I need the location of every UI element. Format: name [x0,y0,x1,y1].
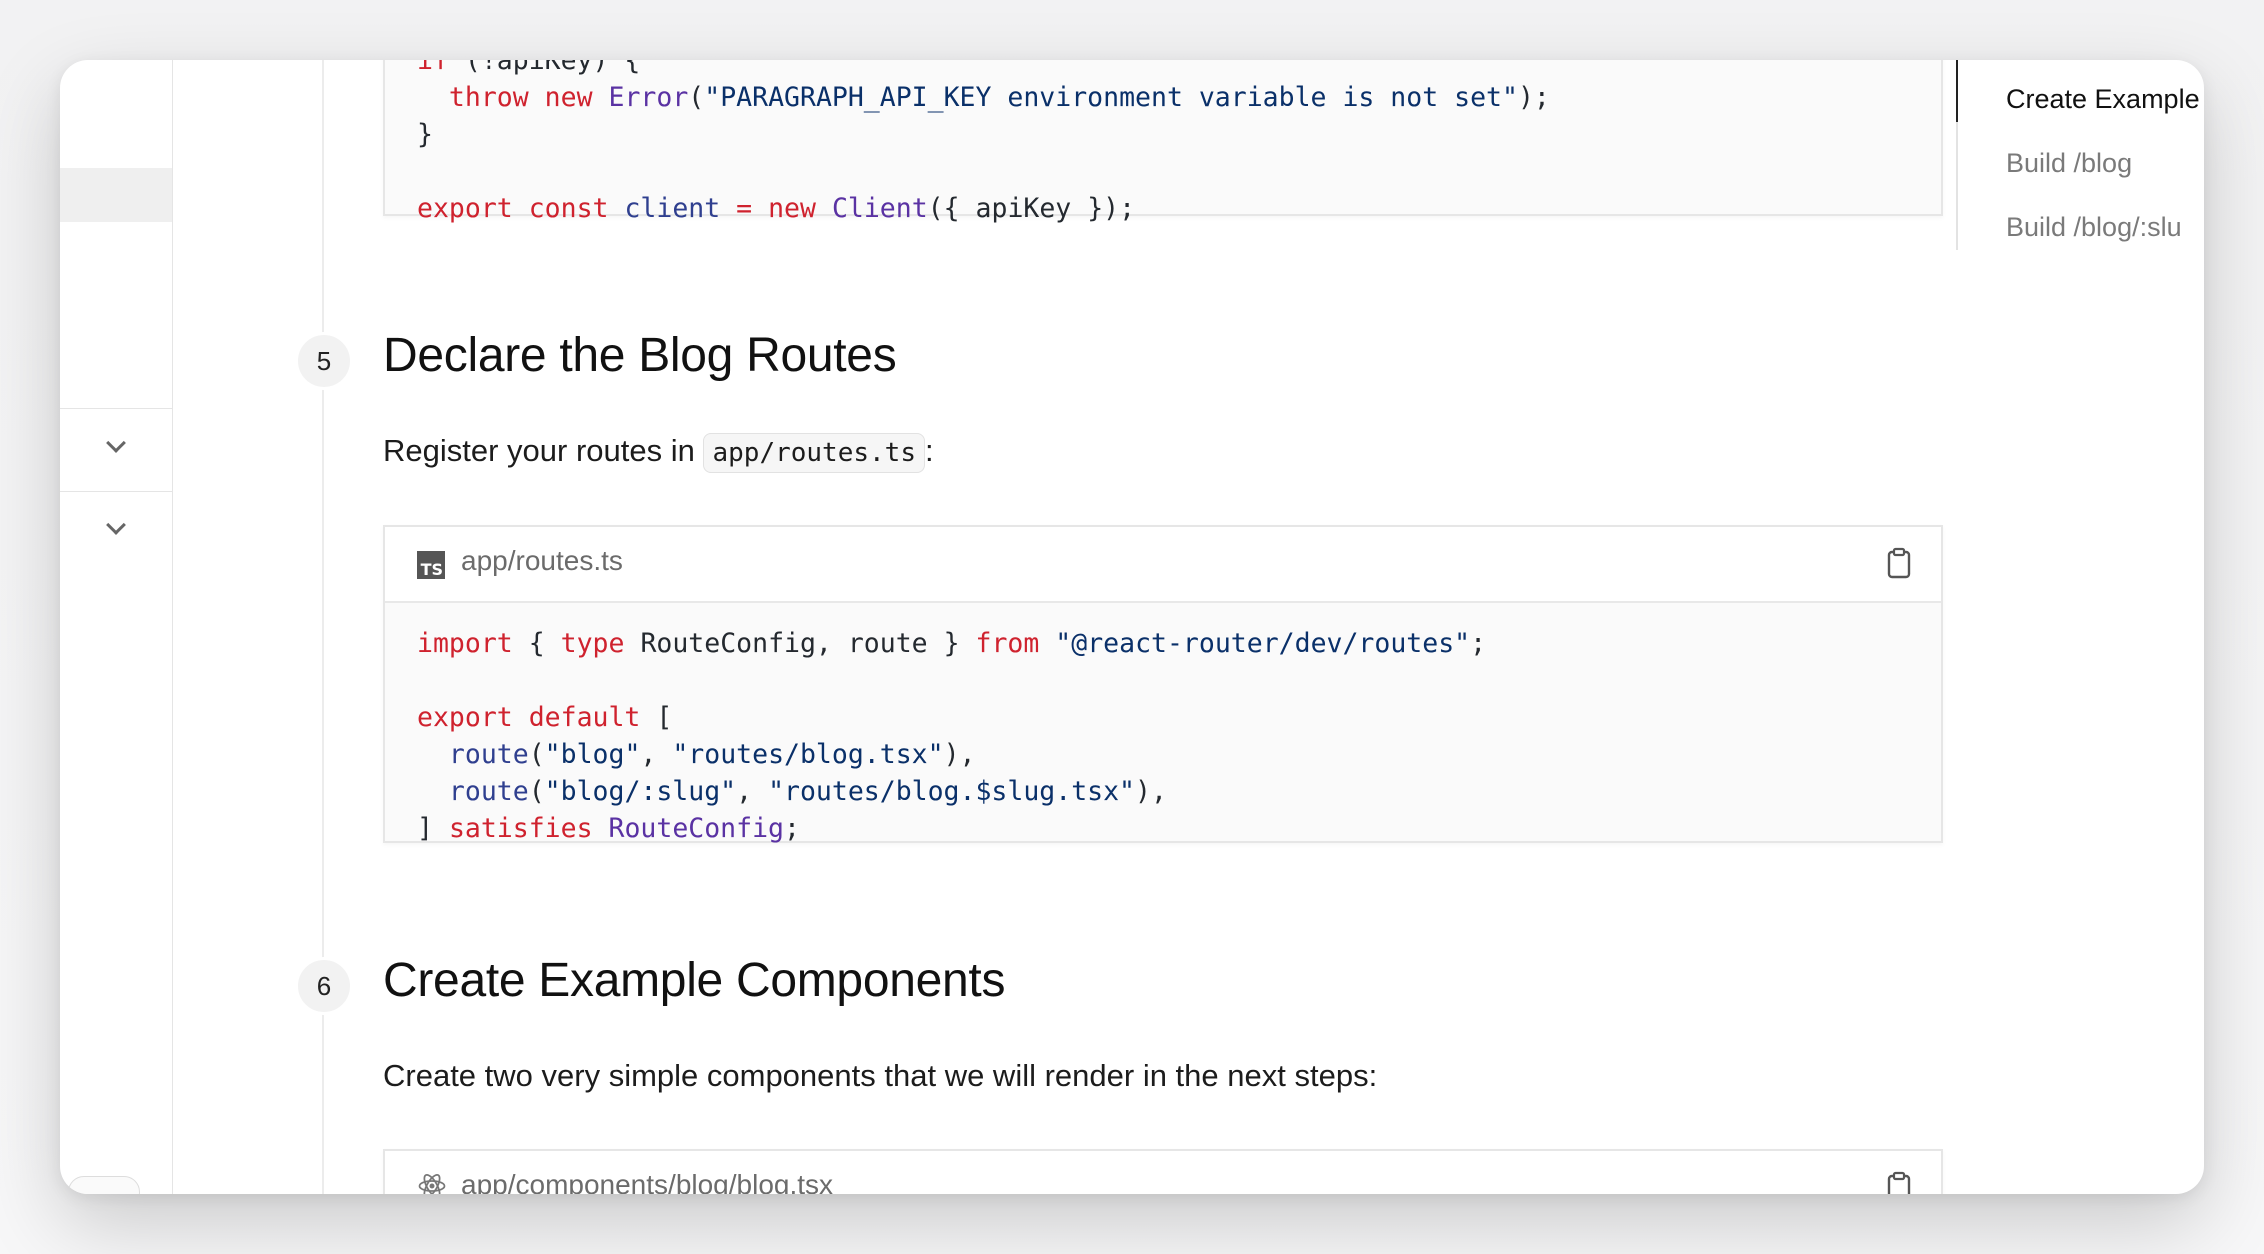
step-title: Create Example Components [383,954,1006,1007]
chevron-down-icon [106,433,126,453]
steps-timeline [322,60,324,1194]
sidebar-footer-button[interactable] [68,1176,140,1194]
step-description-suffix: : [924,433,934,468]
main-content: if (!apiKey) { throw new Error("PARAGRAP… [172,60,1952,1194]
docs-window: if (!apiKey) { throw new Error("PARAGRAP… [60,60,2204,1194]
code-block-client: if (!apiKey) { throw new Error("PARAGRAP… [383,60,1943,224]
code-filename: app/components/blog/blog.tsx [461,1169,834,1194]
table-of-contents: Create Example Build /blog Build /blog/:… [1956,60,2204,260]
react-icon [418,1174,446,1194]
clipboard-icon[interactable] [1887,547,1911,579]
step-title: Declare the Blog Routes [383,329,897,382]
code-content[interactable]: if (!apiKey) { throw new Error("PARAGRAP… [385,60,1941,253]
toc-active-indicator [1956,60,1958,122]
sidebar-item-selected[interactable] [60,168,172,222]
step-description-text: Register your routes in [383,433,704,468]
code-block-header: TS app/routes.ts [385,527,1941,603]
step-number: 5 [295,332,353,390]
clipboard-icon[interactable] [1887,1171,1911,1194]
sidebar-toggle-2[interactable] [60,492,172,572]
sidebar-toggle-1[interactable] [60,410,172,490]
code-block-blog-component: app/components/blog/blog.tsx [383,1149,1943,1194]
code-filename: app/routes.ts [461,545,623,576]
typescript-icon: TS [417,551,445,579]
sidebar-divider [60,408,172,409]
toc-item-create-example[interactable]: Create Example [2006,84,2200,115]
toc-item-build-blog-slug[interactable]: Build /blog/:slu [2006,212,2182,243]
chevron-down-icon [106,515,126,535]
step-description: Register your routes in app/routes.ts: [383,433,934,473]
code-block-header: app/components/blog/blog.tsx [385,1151,1941,1194]
step-description: Create two very simple components that w… [383,1058,1378,1093]
inline-code: app/routes.ts [703,433,925,473]
step-number: 6 [295,957,353,1015]
code-content[interactable]: import { type RouteConfig, route } from … [385,603,1941,873]
code-block-routes: TS app/routes.ts import { type RouteConf… [383,525,1943,844]
toc-item-build-blog[interactable]: Build /blog [2006,148,2132,179]
left-sidebar [60,60,173,1194]
